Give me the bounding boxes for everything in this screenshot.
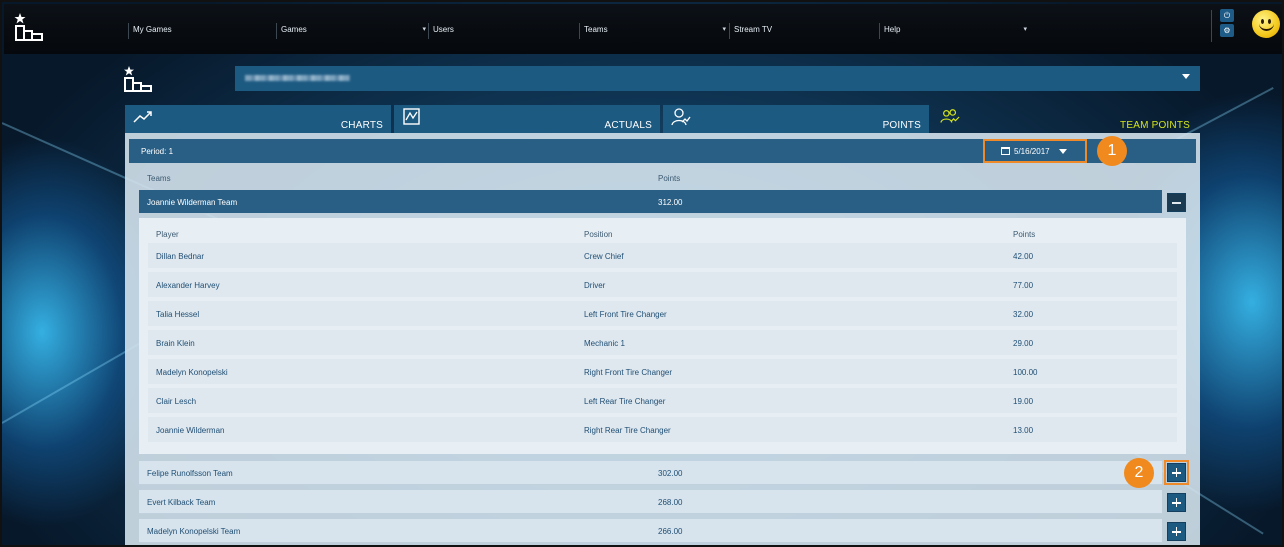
points-column-header: Points [658,174,681,183]
avatar-mouth [1259,23,1274,31]
plus-icon-vertical [1175,527,1178,536]
team-points: 302.00 [658,469,683,478]
team-name: Madelyn Konopelski Team [147,527,241,536]
team-selector-dropdown[interactable] [235,66,1200,91]
team-row[interactable]: Felipe Runolfsson Team 302.00 [139,461,1162,485]
team-trend-icon [940,109,960,123]
player-row[interactable]: Clair Lesch Left Rear Tire Changer 19.00 [148,388,1177,413]
team-name: Joannie Wilderman Team [147,198,238,207]
player-points: 100.00 [1013,368,1038,377]
tab-actuals[interactable]: ACTUALS [394,105,660,133]
nav-divider [1211,10,1212,42]
tab-team-points[interactable]: TEAM POINTS [932,105,1198,133]
user-avatar-smiley-icon[interactable] [1252,10,1280,38]
player-position: Left Rear Tire Changer [584,397,666,406]
app-background: My Games Games ▾ Users Teams ▾ Stream TV… [0,0,1284,547]
plus-icon-vertical [1175,468,1178,477]
team-selector-value [245,75,350,81]
tab-points[interactable]: POINTS [663,105,929,133]
dropdown-arrow-icon [1182,74,1190,79]
trend-chart-icon [133,111,152,123]
tab-actuals-label: ACTUALS [604,120,652,131]
nav-users[interactable]: Users [428,23,576,39]
player-points: 42.00 [1013,252,1034,261]
team-row[interactable]: Evert Kilback Team 268.00 [139,490,1162,514]
player-points: 29.00 [1013,339,1034,348]
player-row[interactable]: Brain Klein Mechanic 1 29.00 [148,330,1177,355]
player-points: 19.00 [1013,397,1034,406]
player-position: Right Front Tire Changer [584,368,673,377]
player-row[interactable]: Madelyn Konopelski Right Front Tire Chan… [148,359,1177,384]
top-navigation: My Games Games ▾ Users Teams ▾ Stream TV… [4,4,1282,54]
player-row[interactable]: Alexander Harvey Driver 77.00 [148,272,1177,297]
player-position: Left Front Tire Changer [584,310,667,319]
nav-games[interactable]: Games ▾ [276,23,426,39]
player-name: Talia Hessel [156,310,200,319]
period-label: Period: 1 [141,147,174,156]
teams-column-header: Teams [147,174,171,183]
player-points-column-header: Points [1013,230,1036,239]
team-row[interactable]: Madelyn Konopelski Team 266.00 [139,519,1162,543]
player-name: Brain Klein [156,339,195,348]
podium-logo-icon[interactable] [14,13,44,41]
date-value: 5/16/2017 [1014,147,1050,156]
user-trend-icon [671,108,691,126]
team-name: Evert Kilback Team [147,498,216,507]
nav-games-label: Games [281,25,307,34]
player-name: Joannie Wilderman [156,426,225,435]
position-column-header: Position [584,230,613,239]
player-position: Driver [584,281,606,290]
podium-logo-icon [124,66,152,92]
player-points: 77.00 [1013,281,1034,290]
player-points: 13.00 [1013,426,1034,435]
nav-stream-tv[interactable]: Stream TV [729,23,876,39]
power-icon[interactable]: ⏻ [1220,9,1234,22]
line-graph-icon [403,108,420,125]
team-row[interactable]: Joannie Wilderman Team 312.00 [139,190,1162,214]
date-picker-button[interactable]: 5/16/2017 [983,139,1087,163]
minus-icon [1172,202,1181,204]
team-points: 268.00 [658,498,683,507]
nav-users-label: Users [433,25,454,34]
player-position: Right Rear Tire Changer [584,426,671,435]
nav-stream-tv-label: Stream TV [734,25,773,34]
player-points: 32.00 [1013,310,1034,319]
collapse-team-button[interactable] [1167,193,1186,212]
tab-charts[interactable]: CHARTS [125,105,391,133]
nav-help[interactable]: Help ▾ [879,23,1027,39]
settings-icon[interactable]: ⚙ [1220,24,1234,37]
team-points: 312.00 [658,198,683,207]
player-name: Madelyn Konopelski [156,368,228,377]
player-row[interactable]: Dillan Bednar Crew Chief 42.00 [148,243,1177,268]
player-column-header: Player [156,230,179,239]
tab-charts-label: CHARTS [340,120,383,131]
tab-points-label: POINTS [882,120,921,131]
player-position: Crew Chief [584,252,624,261]
calendar-icon [1001,147,1010,155]
player-row[interactable]: Talia Hessel Left Front Tire Changer 32.… [148,301,1177,326]
player-name: Alexander Harvey [156,281,220,290]
dropdown-arrow-icon [1059,149,1067,154]
callout-badge-2: 2 [1124,458,1154,488]
plus-icon-vertical [1175,498,1178,507]
player-position: Mechanic 1 [584,339,625,348]
nav-teams-label: Teams [584,25,608,34]
caret-down-icon: ▾ [422,26,426,33]
team-points: 266.00 [658,527,683,536]
caret-down-icon: ▾ [722,26,726,33]
expand-team-button[interactable] [1164,460,1189,485]
expand-team-button[interactable] [1167,522,1186,541]
nav-my-games-label: My Games [133,25,172,34]
player-name: Clair Lesch [156,397,197,406]
caret-down-icon: ▾ [1023,26,1027,33]
tab-team-points-label: TEAM POINTS [1120,120,1190,131]
player-row[interactable]: Joannie Wilderman Right Rear Tire Change… [148,417,1177,442]
team-name: Felipe Runolfsson Team [147,469,233,478]
expand-team-button[interactable] [1167,493,1186,512]
player-name: Dillan Bednar [156,252,205,261]
nav-teams[interactable]: Teams ▾ [579,23,726,39]
nav-my-games[interactable]: My Games [128,23,273,39]
callout-badge-1: 1 [1097,136,1127,166]
nav-help-label: Help [884,25,901,34]
